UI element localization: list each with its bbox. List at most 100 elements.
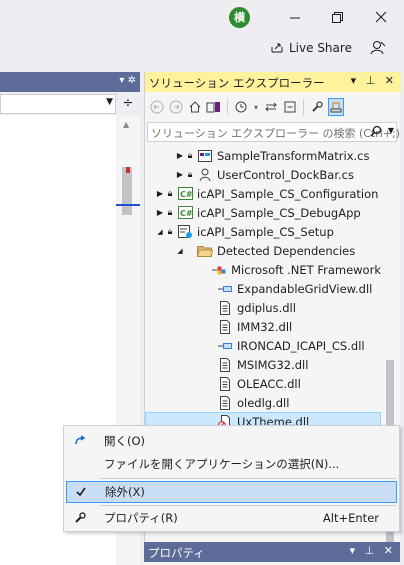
panel-controls[interactable]: ▾ ⊥ ✕ <box>350 544 396 557</box>
search-icon[interactable] <box>370 125 382 140</box>
lock-icon: 🔒︎ <box>187 150 193 161</box>
restore-icon[interactable] <box>326 7 348 27</box>
tree-item-msimg32[interactable]: MSIMG32.dll <box>145 355 381 374</box>
file-icon <box>217 319 233 334</box>
file-icon <box>217 357 233 372</box>
collapse-all-icon[interactable] <box>282 98 298 116</box>
menu-item-open-with[interactable]: ファイルを開くアプリケーションの選択(N)... <box>66 453 397 475</box>
tree-item-label: IMM32.dll <box>237 319 293 334</box>
split-editor-icon[interactable]: ÷ <box>117 94 139 114</box>
cs-form-icon <box>197 149 213 163</box>
svg-text:C#: C# <box>180 190 193 199</box>
tree-item-label: gdiplus.dll <box>237 300 296 315</box>
pending-changes-icon[interactable] <box>233 98 249 116</box>
tree-item-oleacc[interactable]: OLEACC.dll <box>145 374 381 393</box>
tree-item-label: icAPI_Sample_CS_Setup <box>197 224 334 239</box>
csharp-project-icon: C# <box>177 206 193 220</box>
tree-item-project-setup[interactable]: ◢ 🔒︎ icAPI_Sample_CS_Setup <box>145 222 381 241</box>
tree-item-gdiplus[interactable]: gdiplus.dll <box>145 298 381 317</box>
preview-selected-icon[interactable] <box>328 98 344 116</box>
tree-item-dotnet-framework[interactable]: Microsoft .NET Framework <box>145 260 381 279</box>
menu-item-open[interactable]: 開く(O) <box>66 430 397 452</box>
merge-module-icon <box>211 263 227 277</box>
tree-item-detected-dependencies[interactable]: ◢ Detected Dependencies <box>145 241 381 260</box>
solution-explorer-toolbar: ▾ <box>145 93 401 121</box>
assembly-icon <box>217 339 233 353</box>
expand-arrow-icon[interactable]: ▶ <box>155 208 165 217</box>
menu-separator <box>100 505 396 506</box>
lock-icon: 🔒︎ <box>187 169 193 180</box>
scroll-up-icon[interactable]: ▲ <box>123 120 129 129</box>
user-control-icon <box>197 168 213 182</box>
csharp-project-icon: C# <box>177 187 193 201</box>
menu-item-label: プロパティ(R) <box>104 511 178 525</box>
tree-item-sampletransformmatrix[interactable]: ▶ 🔒︎ SampleTransformMatrix.cs <box>145 146 381 165</box>
menu-item-label: 除外(X) <box>105 485 145 499</box>
tree-item-usercontrol-dockbar[interactable]: ▶ 🔒︎ UserControl_DockBar.cs <box>145 165 381 184</box>
panel-controls[interactable]: ▾ ⊥ ✕ <box>351 74 397 87</box>
collapse-arrow-icon[interactable]: ◢ <box>175 247 185 255</box>
member-dropdown[interactable]: ▼ <box>0 94 116 114</box>
pin-icon[interactable]: ▾ ✲ <box>119 75 136 86</box>
tree-item-label: Detected Dependencies <box>217 243 356 258</box>
tree-item-label: SampleTransformMatrix.cs <box>217 148 370 163</box>
wrench-icon[interactable] <box>309 98 325 116</box>
folder-icon <box>197 244 213 258</box>
svg-text:C#: C# <box>180 209 193 218</box>
tree-item-ironcad-icapi[interactable]: IRONCAD_ICAPI_CS.dll <box>145 336 381 355</box>
lock-icon: 🔒︎ <box>167 188 173 199</box>
back-icon[interactable] <box>149 98 165 116</box>
caret-line-marker <box>116 204 140 206</box>
search-placeholder: ソリューション エクスプローラー の検索 (Ctrl+;) <box>151 127 401 140</box>
forward-icon[interactable] <box>168 98 184 116</box>
collapse-arrow-icon[interactable]: ◢ <box>155 228 165 236</box>
tree-item-project-configuration[interactable]: ▶ 🔒︎ C# icAPI_Sample_CS_Configuration <box>145 184 381 203</box>
menu-separator <box>100 478 396 479</box>
context-menu: 開く(O) ファイルを開くアプリケーションの選択(N)... 除外(X) プロパ… <box>63 425 400 532</box>
minimize-icon[interactable] <box>284 7 306 27</box>
user-avatar[interactable]: 横 <box>229 7 250 28</box>
tree-item-project-debugapp[interactable]: ▶ 🔒︎ C# icAPI_Sample_CS_DebugApp <box>145 203 381 222</box>
tree-item-label: IRONCAD_ICAPI_CS.dll <box>237 338 365 353</box>
close-icon[interactable] <box>370 7 392 27</box>
menu-item-label: ファイルを開くアプリケーションの選択(N)... <box>104 457 340 471</box>
check-icon <box>67 486 95 498</box>
expand-arrow-icon[interactable]: ▶ <box>155 189 165 198</box>
title-bar: 横 <box>0 0 404 36</box>
error-marker <box>126 167 130 173</box>
tree-item-label: MSIMG32.dll <box>237 357 309 372</box>
tree-item-label: Microsoft .NET Framework <box>231 262 381 277</box>
tree-item-imm32[interactable]: IMM32.dll <box>145 317 381 336</box>
tree-item-label: icAPI_Sample_CS_Configuration <box>197 186 379 201</box>
file-icon <box>217 395 233 410</box>
editor-tab-header: ▾ ✲ <box>0 72 140 92</box>
setup-project-icon <box>177 224 193 239</box>
expand-arrow-icon[interactable]: ▶ <box>175 170 185 179</box>
menu-item-shortcut: Alt+Enter <box>322 511 379 525</box>
share-icon <box>270 40 284 57</box>
chevron-down-icon[interactable]: ▼ <box>388 126 394 135</box>
open-arrow-icon <box>66 435 94 447</box>
feedback-icon[interactable] <box>368 38 388 58</box>
sync-icon[interactable] <box>263 98 279 116</box>
tree-item-expandablegridview[interactable]: ExpandableGridView.dll <box>145 279 381 298</box>
scroll-thumb[interactable] <box>122 167 132 215</box>
tree-item-oledlg[interactable]: oledlg.dll <box>145 393 381 412</box>
menu-item-exclude[interactable]: 除外(X) <box>66 481 397 503</box>
home-icon[interactable] <box>187 98 203 116</box>
solution-search-input[interactable]: ソリューション エクスプローラー の検索 (Ctrl+;) ▼ <box>147 122 401 142</box>
chevron-down-icon[interactable]: ▾ <box>252 98 260 116</box>
expand-arrow-icon[interactable]: ▶ <box>175 151 185 160</box>
assembly-icon <box>217 282 233 296</box>
tree-item-label: oledlg.dll <box>237 395 290 410</box>
tree-item-label: UserControl_DockBar.cs <box>217 167 354 182</box>
tree-item-label: ExpandableGridView.dll <box>237 281 373 296</box>
switch-views-icon[interactable] <box>206 98 222 116</box>
tree-item-label: OLEACC.dll <box>237 376 301 391</box>
live-share-button[interactable]: Live Share <box>270 38 352 58</box>
solution-explorer-title: ソリューション エクスプローラー <box>149 76 325 90</box>
properties-title: プロパティ <box>148 546 205 560</box>
live-share-label: Live Share <box>289 41 352 55</box>
menu-item-properties[interactable]: プロパティ(R) Alt+Enter <box>66 507 397 529</box>
tree-item-label: icAPI_Sample_CS_DebugApp <box>197 205 361 220</box>
